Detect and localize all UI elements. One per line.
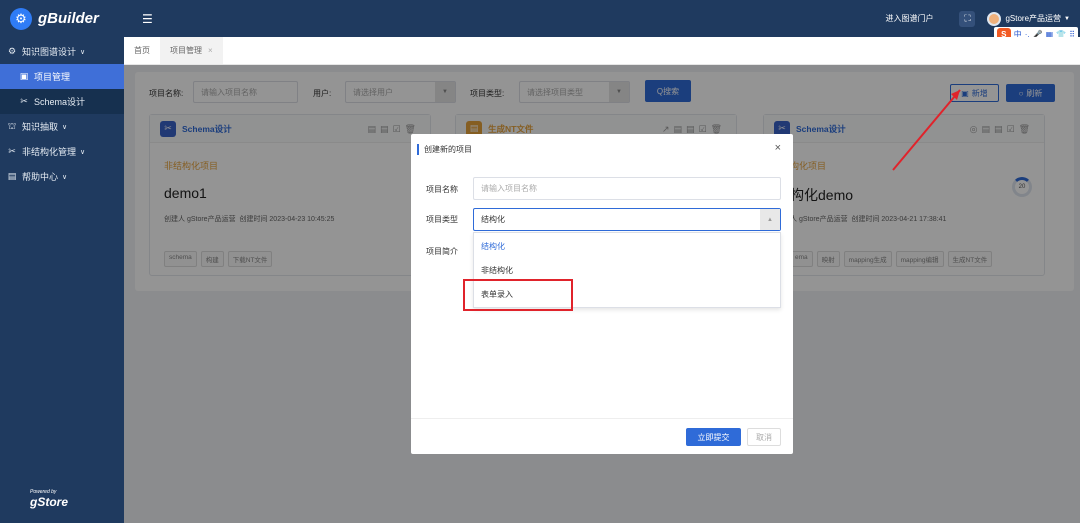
project-type-value: 结构化: [481, 215, 505, 224]
project-name-input[interactable]: 请输入项目名称: [473, 177, 781, 200]
project-type-select[interactable]: 结构化 ▲: [473, 208, 781, 231]
project-desc-label: 项目简介: [426, 247, 458, 256]
caret-up-icon[interactable]: ▲: [760, 209, 780, 230]
project-type-label: 项目类型: [426, 215, 458, 224]
project-name-label: 项目名称: [426, 185, 458, 194]
submit-button[interactable]: 立即提交: [686, 428, 741, 446]
cancel-button[interactable]: 取消: [747, 428, 781, 446]
option-unstructured[interactable]: 非结构化: [474, 259, 780, 281]
close-icon[interactable]: ×: [775, 142, 781, 154]
annotation-highlight-box: [463, 279, 573, 311]
dialog-title: 创建新的项目: [417, 144, 472, 155]
option-structured[interactable]: 结构化: [474, 235, 780, 257]
